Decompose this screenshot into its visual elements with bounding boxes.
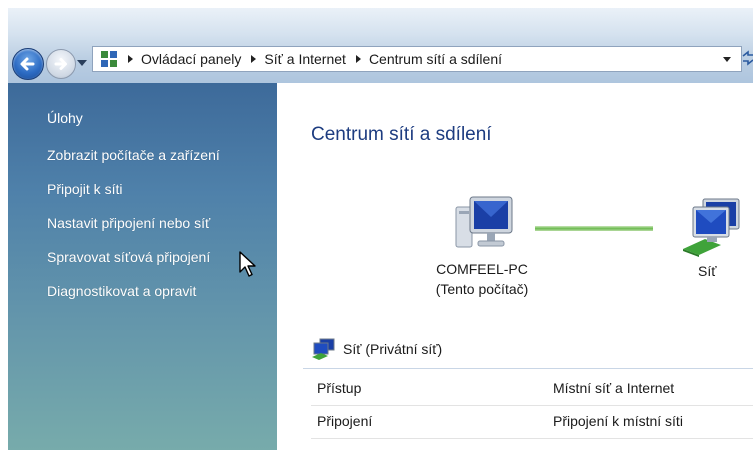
- main-content: Centrum sítí a sdílení COMFEEL-PC (Tento…: [277, 83, 753, 450]
- back-arrow-icon: [20, 57, 35, 71]
- network-label: Síť: [698, 263, 717, 279]
- property-key: Přístup: [317, 380, 362, 396]
- breadcrumb-separator[interactable]: [251, 55, 257, 63]
- breadcrumb-network-sharing-center[interactable]: Centrum sítí a sdílení: [369, 51, 502, 67]
- property-value[interactable]: Připojení k místní síti: [553, 413, 683, 429]
- task-diagnose-repair[interactable]: Diagnostikovat a opravit: [47, 281, 220, 315]
- network-section-header: Síť (Privátní síť): [311, 336, 442, 362]
- row-divider: [311, 438, 753, 439]
- breadcrumb-separator[interactable]: [355, 55, 361, 63]
- task-pane: Úlohy Zobrazit počítače a zařízení Připo…: [8, 83, 277, 450]
- tasks-heading: Úlohy: [47, 110, 83, 126]
- computer-icon: [455, 196, 513, 248]
- page-title: Centrum sítí a sdílení: [311, 124, 492, 145]
- task-view-computers[interactable]: Zobrazit počítače a zařízení: [47, 145, 220, 179]
- refresh-icon[interactable]: [740, 50, 753, 66]
- network-small-icon: [312, 338, 335, 360]
- property-row-access: Přístup Místní síť a Internet: [311, 373, 753, 406]
- network-icon: [683, 198, 740, 257]
- connection-line: [535, 226, 653, 231]
- computer-name: COMFEEL-PC: [436, 261, 528, 277]
- task-connect-to-network[interactable]: Připojit k síti: [47, 179, 220, 213]
- breadcrumb-separator[interactable]: [128, 55, 133, 63]
- breadcrumb-control-panel[interactable]: Ovládací panely: [141, 51, 241, 67]
- mouse-cursor-icon: [239, 251, 256, 277]
- task-manage-network-connections[interactable]: Spravovat síťová připojení: [47, 247, 220, 281]
- control-panel-icon: [101, 51, 117, 67]
- back-button[interactable]: [12, 48, 44, 80]
- computer-subtitle: (Tento počítač): [435, 281, 529, 297]
- network-node[interactable]: Síť: [677, 193, 753, 279]
- computer-node[interactable]: COMFEEL-PC (Tento počítač): [417, 193, 547, 299]
- forward-arrow-icon: [54, 58, 67, 70]
- address-dropdown-arrow[interactable]: [723, 57, 731, 62]
- property-row-connection: Připojení Připojení k místní síti: [311, 406, 753, 439]
- recent-pages-dropdown[interactable]: [77, 60, 87, 66]
- forward-button[interactable]: [46, 49, 76, 79]
- address-bar[interactable]: Ovládací panely Síť a Internet Centrum s…: [92, 46, 742, 72]
- navigation-bar: Ovládací panely Síť a Internet Centrum s…: [8, 8, 753, 83]
- section-divider: [303, 368, 753, 369]
- property-value: Místní síť a Internet: [553, 380, 675, 396]
- network-section-label: Síť (Privátní síť): [343, 341, 443, 357]
- breadcrumb-network-internet[interactable]: Síť a Internet: [264, 51, 346, 67]
- task-list: Zobrazit počítače a zařízení Připojit k …: [47, 145, 220, 315]
- property-key: Připojení: [317, 413, 373, 429]
- explorer-window: Ovládací panely Síť a Internet Centrum s…: [8, 8, 753, 450]
- task-setup-connection[interactable]: Nastavit připojení nebo síť: [47, 213, 220, 247]
